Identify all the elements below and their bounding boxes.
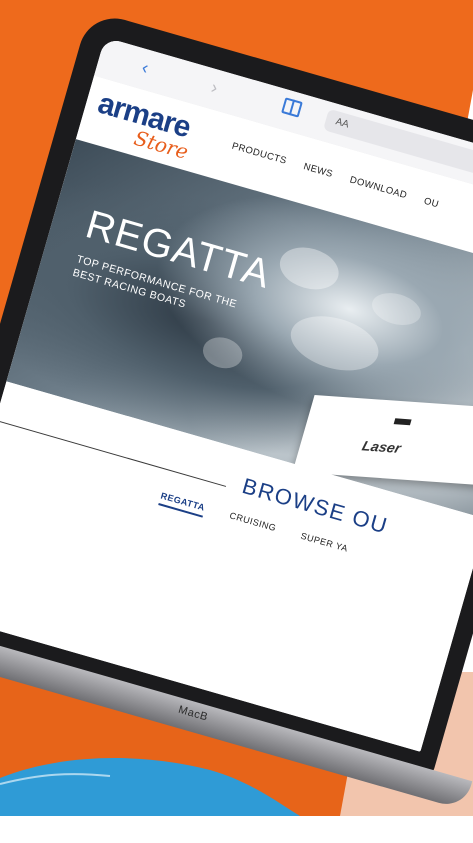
nav-products[interactable]: PRODUCTS [231, 141, 288, 167]
tab-cruising[interactable]: CRUISING [227, 510, 277, 538]
nav-more[interactable]: OU [423, 196, 441, 211]
tab-super-yacht[interactable]: SUPER YA [298, 531, 350, 559]
device-label: MacB [176, 703, 210, 724]
laptop-bezel: ‹ › AA armare Store PRODUCTS NEWS DOWNLO… [0, 10, 473, 775]
browser-window: ‹ › AA armare Store PRODUCTS NEWS DOWNLO… [0, 37, 473, 752]
hull-label: Laser [360, 437, 403, 456]
nav-news[interactable]: NEWS [302, 161, 334, 180]
laptop: ‹ › AA armare Store PRODUCTS NEWS DOWNLO… [0, 10, 473, 832]
tab-regatta[interactable]: REGATTA [158, 490, 207, 518]
blue-wave [0, 726, 473, 816]
nav-download[interactable]: DOWNLOAD [348, 174, 408, 201]
book-icon[interactable] [281, 97, 303, 118]
forward-button[interactable]: › [209, 77, 220, 99]
back-button[interactable]: ‹ [139, 57, 151, 79]
hull-mark [393, 418, 412, 426]
